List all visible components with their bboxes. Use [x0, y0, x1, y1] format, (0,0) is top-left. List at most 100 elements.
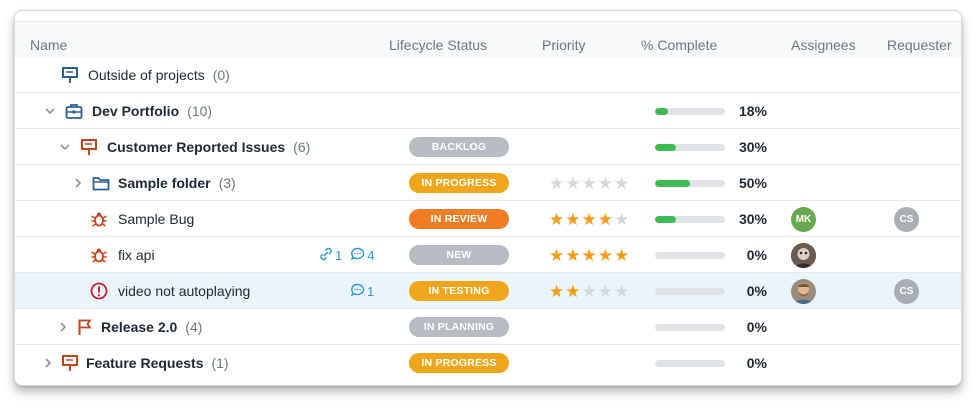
table-row[interactable]: Sample folder (3) IN PROGRESS ★ ★ ★ ★ ★ 50%	[15, 165, 961, 201]
progress-cell: 50%	[655, 165, 767, 201]
progress-fill	[655, 143, 676, 151]
star-icon[interactable]: ★	[565, 175, 580, 192]
status-badge[interactable]: BACKLOG	[409, 137, 509, 157]
table-row[interactable]: Outside of projects (0)	[15, 57, 961, 93]
progress-bar	[655, 143, 725, 151]
requester-avatar[interactable]: CS	[894, 206, 919, 232]
star-icon[interactable]: ★	[582, 247, 597, 264]
row-count: (4)	[185, 319, 203, 335]
star-icon[interactable]: ★	[614, 175, 629, 192]
row-count: (10)	[187, 103, 213, 119]
star-icon[interactable]: ★	[565, 247, 580, 264]
star-icon[interactable]: ★	[598, 247, 613, 264]
row-count: (1)	[211, 355, 229, 371]
star-icon[interactable]: ★	[598, 175, 613, 192]
row-name[interactable]: Sample folder	[118, 175, 211, 191]
progress-bar	[655, 287, 725, 295]
star-icon[interactable]: ★	[598, 283, 613, 300]
table-row[interactable]: Release 2.0 (4) IN PLANNING 0%	[15, 309, 961, 345]
percent-complete: 0%	[746, 247, 767, 263]
row-name[interactable]: Outside of projects	[88, 67, 205, 83]
progress-bar	[655, 179, 725, 187]
priority-stars[interactable]: ★ ★ ★ ★ ★	[549, 211, 629, 228]
alert-circle-icon	[89, 281, 109, 301]
progress-bar	[655, 323, 725, 331]
row-name[interactable]: Release 2.0	[101, 319, 177, 335]
table-row-selected[interactable]: video not autoplaying 1 IN TESTING ★ ★ ★ ★ ★…	[15, 273, 961, 309]
project-board-icon	[79, 137, 99, 157]
star-icon[interactable]: ★	[598, 211, 613, 228]
star-icon[interactable]: ★	[549, 175, 564, 192]
status-badge[interactable]: IN PROGRESS	[409, 353, 509, 373]
progress-cell: 0%	[655, 309, 767, 345]
progress-cell: 0%	[655, 345, 767, 381]
status-badge[interactable]: NEW	[409, 245, 509, 265]
star-icon[interactable]: ★	[614, 283, 629, 300]
chevron-down-icon[interactable]	[43, 104, 57, 118]
row-name[interactable]: fix api	[118, 247, 155, 263]
table-row[interactable]: Customer Reported Issues (6) BACKLOG 30%	[15, 129, 961, 165]
progress-bar	[655, 215, 725, 223]
comment-icon	[350, 283, 365, 300]
table-row[interactable]: Feature Requests (1) IN PROGRESS 0%	[15, 345, 961, 381]
star-icon[interactable]: ★	[565, 211, 580, 228]
priority-stars[interactable]: ★ ★ ★ ★ ★	[549, 247, 629, 264]
chevron-right-icon[interactable]	[71, 176, 85, 190]
row-name[interactable]: Customer Reported Issues	[107, 139, 285, 155]
chevron-right-icon[interactable]	[41, 356, 55, 370]
flag-icon	[75, 317, 95, 337]
star-icon[interactable]: ★	[582, 211, 597, 228]
assignee-avatar-photo[interactable]	[791, 278, 816, 304]
comments-count: 1	[367, 283, 375, 299]
project-board-icon	[60, 353, 80, 373]
progress-cell: 0%	[655, 237, 767, 273]
status-badge[interactable]: IN PROGRESS	[409, 173, 509, 193]
priority-stars[interactable]: ★ ★ ★ ★ ★	[549, 283, 629, 300]
comments-indicator[interactable]: 1	[350, 283, 374, 300]
chevron-right-icon[interactable]	[56, 320, 70, 334]
star-icon[interactable]: ★	[549, 283, 564, 300]
percent-complete: 50%	[738, 175, 767, 191]
folder-icon	[91, 173, 111, 193]
table-row[interactable]: Dev Portfolio (10) 18%	[15, 93, 961, 129]
comment-icon	[350, 247, 365, 264]
progress-fill	[655, 215, 676, 223]
row-name[interactable]: video not autoplaying	[118, 283, 250, 299]
row-name[interactable]: Sample Bug	[118, 211, 194, 227]
priority-stars[interactable]: ★ ★ ★ ★ ★	[549, 175, 629, 192]
row-count: (0)	[212, 67, 230, 83]
link-icon	[319, 247, 333, 264]
table-row[interactable]: Sample Bug IN REVIEW ★ ★ ★ ★ ★ 30% MK CS	[15, 201, 961, 237]
percent-complete: 30%	[738, 211, 767, 227]
star-icon[interactable]: ★	[549, 247, 564, 264]
chevron-down-icon[interactable]	[58, 140, 72, 154]
bug-icon	[89, 209, 109, 229]
star-icon[interactable]: ★	[614, 247, 629, 264]
percent-complete: 0%	[746, 319, 767, 335]
star-icon[interactable]: ★	[582, 283, 597, 300]
table-row[interactable]: fix api 1 4 NEW ★ ★ ★ ★ ★ 0%	[15, 237, 961, 273]
status-badge[interactable]: IN TESTING	[409, 281, 509, 301]
progress-bar	[655, 107, 725, 115]
progress-cell: 30%	[655, 129, 767, 165]
links-indicator[interactable]: 1	[319, 247, 342, 264]
percent-complete: 18%	[738, 103, 767, 119]
progress-cell: 0%	[655, 273, 767, 309]
star-icon[interactable]: ★	[614, 211, 629, 228]
comments-indicator[interactable]: 4	[350, 247, 374, 264]
assignee-avatar-photo[interactable]	[791, 242, 816, 268]
requester-avatar[interactable]: CS	[894, 278, 919, 304]
row-name[interactable]: Dev Portfolio	[92, 103, 179, 119]
star-icon[interactable]: ★	[565, 283, 580, 300]
progress-fill	[655, 107, 668, 115]
comments-count: 4	[367, 247, 375, 263]
bug-icon	[89, 245, 109, 265]
assignee-avatar[interactable]: MK	[791, 206, 816, 232]
progress-bar	[655, 359, 725, 367]
row-name[interactable]: Feature Requests	[86, 355, 203, 371]
status-badge[interactable]: IN PLANNING	[409, 317, 509, 337]
star-icon[interactable]: ★	[549, 211, 564, 228]
star-icon[interactable]: ★	[582, 175, 597, 192]
percent-complete: 0%	[746, 355, 767, 371]
status-badge[interactable]: IN REVIEW	[409, 209, 509, 229]
